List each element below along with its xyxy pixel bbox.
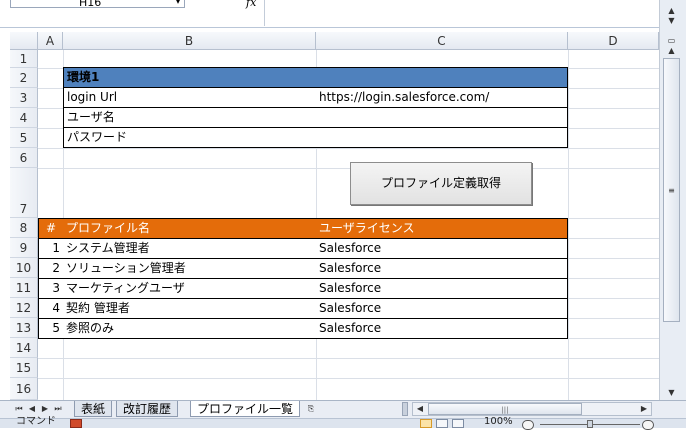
scroll-right-icon[interactable]: ▶ bbox=[638, 403, 650, 415]
status-bar bbox=[0, 418, 686, 428]
sheet-tab-profile-list[interactable]: プロファイル一覧 bbox=[190, 401, 301, 417]
table-row-profile-name[interactable]: 参照のみ bbox=[63, 319, 317, 339]
table-row-number[interactable]: 5 bbox=[38, 319, 64, 339]
row-header-8[interactable]: 8 bbox=[10, 218, 38, 238]
table-row-number[interactable]: 4 bbox=[38, 299, 64, 319]
next-sheet-icon[interactable]: ▶ bbox=[39, 403, 51, 415]
horizontal-scroll-thumb[interactable]: ||| bbox=[428, 403, 582, 415]
gridline bbox=[38, 148, 659, 149]
zoom-out-icon[interactable] bbox=[522, 420, 534, 430]
page-layout-view-icon[interactable] bbox=[436, 419, 448, 428]
env-value-login-url[interactable]: https://login.salesforce.com/ bbox=[316, 88, 568, 108]
fx-icon[interactable]: fx bbox=[246, 0, 256, 9]
row-header-9[interactable]: 9 bbox=[10, 238, 38, 258]
zoom-level[interactable]: 100% bbox=[484, 416, 513, 428]
column-header-b[interactable]: B bbox=[63, 32, 316, 50]
scroll-up-icon[interactable]: ▲ bbox=[663, 44, 680, 58]
row-header-3[interactable]: 3 bbox=[10, 88, 38, 108]
name-box[interactable]: H16 bbox=[10, 0, 185, 8]
row-header-13[interactable]: 13 bbox=[10, 318, 38, 338]
row-header-11[interactable]: 11 bbox=[10, 278, 38, 298]
gridline bbox=[38, 358, 659, 359]
env-value-password[interactable] bbox=[316, 128, 568, 148]
fetch-profile-definitions-button[interactable]: プロファイル定義取得 bbox=[350, 162, 532, 205]
row-header-4[interactable]: 4 bbox=[10, 108, 38, 128]
row-header-1[interactable]: 1 bbox=[10, 50, 38, 68]
env-value-username[interactable] bbox=[316, 108, 568, 128]
table-row-number[interactable]: 1 bbox=[38, 239, 64, 259]
last-sheet-icon[interactable]: ⏭ bbox=[52, 403, 64, 415]
sheet-tab-cover[interactable]: 表紙 bbox=[74, 401, 113, 417]
column-header-d[interactable]: D bbox=[568, 32, 659, 50]
macro-record-icon[interactable] bbox=[70, 419, 82, 428]
select-all-corner[interactable] bbox=[10, 32, 38, 50]
normal-view-icon[interactable] bbox=[420, 419, 432, 428]
page-break-view-icon[interactable] bbox=[452, 419, 464, 428]
first-sheet-icon[interactable]: ⏮ bbox=[13, 403, 25, 415]
table-row-user-license[interactable]: Salesforce bbox=[316, 279, 568, 299]
table-row-user-license[interactable]: Salesforce bbox=[316, 319, 568, 339]
row-header-15[interactable]: 15 bbox=[10, 358, 38, 378]
env-title-cell[interactable]: 環境1 bbox=[63, 67, 317, 88]
table-header-user-license[interactable]: ユーザライセンス bbox=[316, 218, 568, 239]
gridline bbox=[568, 50, 569, 400]
table-header-number[interactable]: # bbox=[38, 218, 64, 239]
env-title-cell-c[interactable] bbox=[316, 67, 568, 88]
table-row-profile-name[interactable]: システム管理者 bbox=[63, 239, 317, 259]
table-row-user-license[interactable]: Salesforce bbox=[316, 239, 568, 259]
formula-input[interactable] bbox=[264, 0, 657, 26]
formula-buttons bbox=[188, 0, 246, 8]
row-header-14[interactable]: 14 bbox=[10, 338, 38, 358]
column-header-a[interactable]: A bbox=[38, 32, 63, 50]
scroll-left-icon[interactable]: ◀ bbox=[414, 403, 426, 415]
row-header-12[interactable]: 12 bbox=[10, 298, 38, 318]
chevron-down-icon[interactable]: ▾ bbox=[172, 0, 184, 7]
table-header-profile-name[interactable]: プロファイル名 bbox=[63, 218, 317, 239]
gridline bbox=[38, 378, 659, 379]
scroll-down-icon[interactable]: ▼ bbox=[663, 386, 680, 400]
table-row-profile-name[interactable]: マーケティングユーザ bbox=[63, 279, 317, 299]
zoom-in-icon[interactable] bbox=[642, 420, 654, 430]
status-mode: コマンド bbox=[16, 416, 56, 427]
row-header-16[interactable]: 16 bbox=[10, 378, 38, 400]
insert-sheet-icon[interactable]: ⎘ bbox=[304, 403, 318, 415]
row-header-2[interactable]: 2 bbox=[10, 68, 38, 88]
formula-expand-down-icon[interactable]: ▼ bbox=[663, 14, 680, 28]
prev-sheet-icon[interactable]: ◀ bbox=[26, 403, 38, 415]
tab-split-handle[interactable] bbox=[402, 402, 408, 416]
row-header-10[interactable]: 10 bbox=[10, 258, 38, 278]
gridline bbox=[38, 168, 659, 169]
row-header-6[interactable]: 6 bbox=[10, 148, 38, 168]
env-label-login-url[interactable]: login Url bbox=[63, 88, 317, 108]
table-row-number[interactable]: 3 bbox=[38, 279, 64, 299]
zoom-slider-thumb[interactable] bbox=[587, 420, 593, 428]
table-row-profile-name[interactable]: 契約 管理者 bbox=[63, 299, 317, 319]
table-row-number[interactable]: 2 bbox=[38, 259, 64, 279]
sheet-tab-revision-history[interactable]: 改訂履歴 bbox=[116, 401, 179, 417]
table-row-user-license[interactable]: Salesforce bbox=[316, 299, 568, 319]
row-header-7[interactable]: 7 bbox=[10, 168, 38, 218]
grip-icon: ≡ bbox=[668, 186, 675, 195]
env-label-password[interactable]: パスワード bbox=[63, 128, 317, 148]
table-row-user-license[interactable]: Salesforce bbox=[316, 259, 568, 279]
row-header-5[interactable]: 5 bbox=[10, 128, 38, 148]
table-row-profile-name[interactable]: ソリューション管理者 bbox=[63, 259, 317, 279]
env-label-username[interactable]: ユーザ名 bbox=[63, 108, 317, 128]
column-header-c[interactable]: C bbox=[316, 32, 568, 50]
